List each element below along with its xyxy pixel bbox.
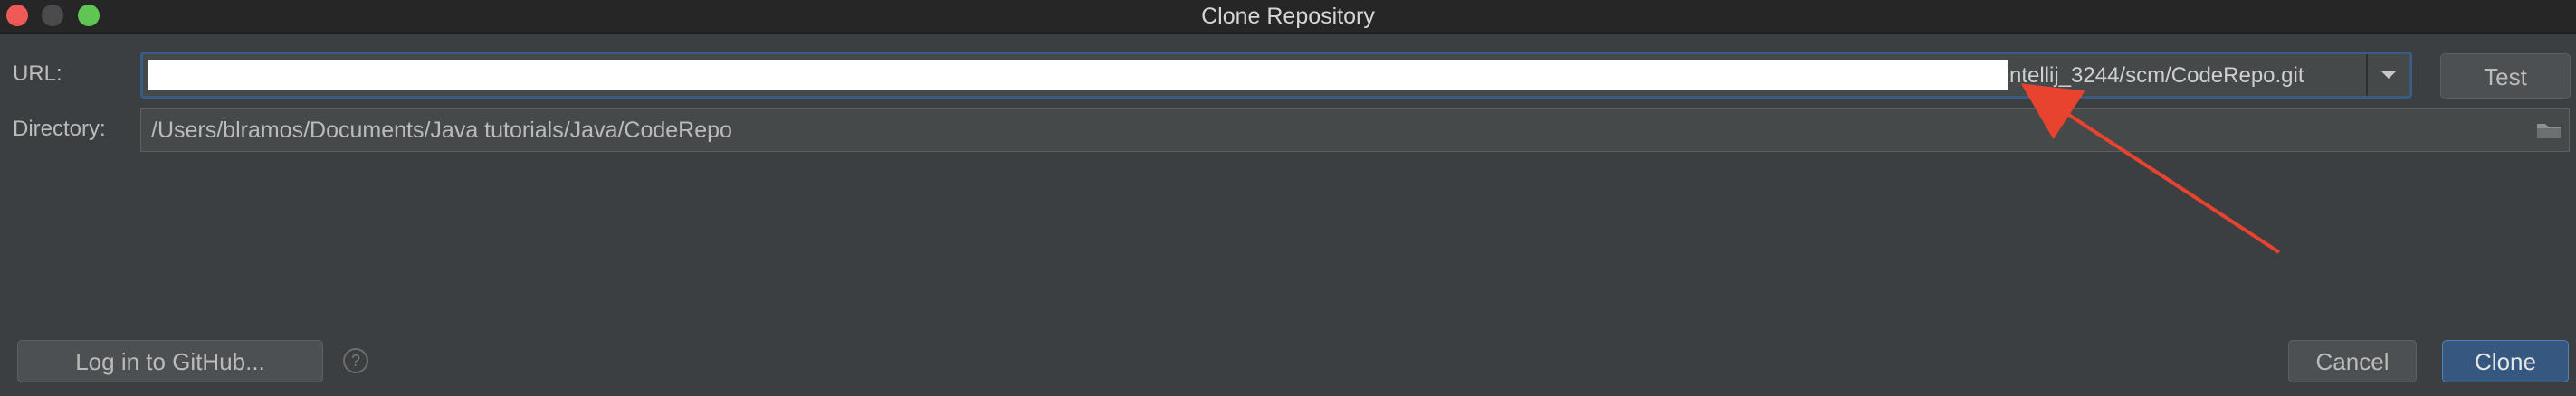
url-redaction <box>148 60 2008 90</box>
url-label: URL: <box>13 61 62 86</box>
directory-field[interactable]: /Users/blramos/Documents/Java tutorials/… <box>140 108 2570 152</box>
clone-repository-dialog: Clone Repository URL: ntellij_3244/scm/C… <box>0 0 2576 396</box>
chevron-down-icon[interactable] <box>2366 54 2409 96</box>
url-value[interactable]: ntellij_3244/scm/CodeRepo.git <box>2009 60 2304 92</box>
url-combobox[interactable]: ntellij_3244/scm/CodeRepo.git <box>140 52 2412 99</box>
title-bar: Clone Repository <box>0 0 2576 34</box>
clone-button[interactable]: Clone <box>2442 340 2569 382</box>
directory-value[interactable]: /Users/blramos/Documents/Java tutorials/… <box>151 114 732 146</box>
test-button[interactable]: Test <box>2440 53 2571 99</box>
directory-label: Directory: <box>13 117 106 141</box>
cancel-button[interactable]: Cancel <box>2288 340 2417 382</box>
log-in-to-github-button[interactable]: Log in to GitHub... <box>17 340 323 382</box>
window-title: Clone Repository <box>1201 4 1375 29</box>
folder-icon[interactable] <box>2535 119 2562 141</box>
help-icon[interactable]: ? <box>343 348 368 373</box>
